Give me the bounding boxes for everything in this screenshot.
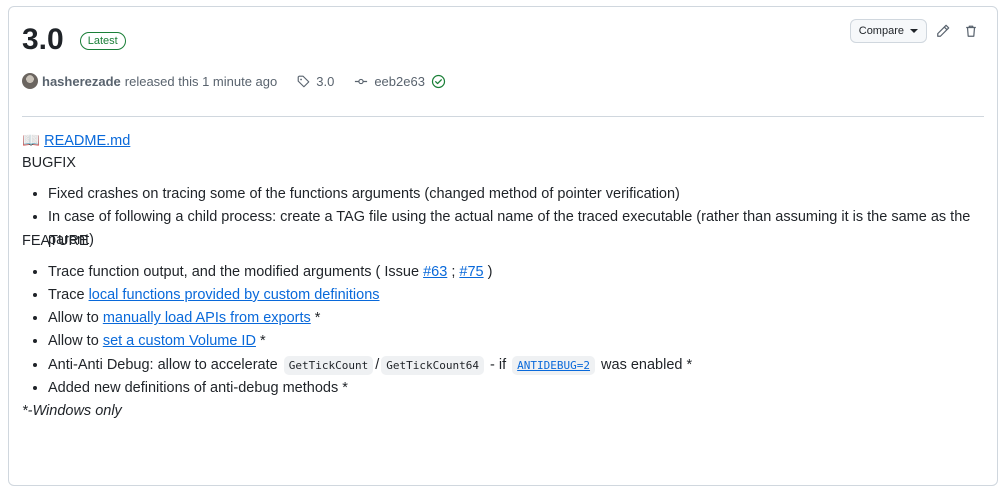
compare-button[interactable]: Compare (849, 19, 927, 43)
code-gettickcount64: GetTickCount64 (381, 355, 484, 375)
list-item: Anti-Anti Debug: allow to accelerate Get… (48, 354, 982, 377)
pencil-icon (937, 24, 950, 37)
latest-badge: Latest (79, 32, 126, 50)
code-antidebug: ANTIDEBUG=2 (512, 355, 596, 375)
edit-button[interactable] (931, 19, 955, 43)
code-gettickcount: GetTickCount (283, 355, 374, 375)
book-icon: 📖 (22, 133, 41, 149)
commit-link[interactable]: eeb2e63 (354, 74, 452, 89)
release-title[interactable]: 3.0 (22, 25, 64, 55)
feature-list: Trace function output, and the modified … (22, 261, 982, 401)
item-text: ) (487, 263, 493, 280)
item-text: - if (490, 356, 507, 373)
release-meta: hasherezade released this 1 minute ago 3… (22, 73, 452, 89)
item-text: ; (451, 263, 456, 280)
readme-line: 📖 README.md (22, 130, 982, 152)
local-functions-link[interactable]: local functions provided by custom defin… (89, 287, 380, 303)
footnote: *-Windows only (22, 403, 122, 420)
release-header: 3.0 Latest (22, 25, 126, 55)
commit-hash: eeb2e63 (374, 73, 425, 89)
bugfix-heading: BUGFIX (22, 155, 76, 171)
item-text: Trace function output, and the modified … (48, 263, 420, 280)
item-text: Anti-Anti Debug: allow to accelerate (48, 356, 278, 373)
list-item: Fixed crashes on tracing some of the fun… (48, 183, 982, 206)
load-apis-link[interactable]: manually load APIs from exports (103, 310, 311, 326)
issue-75-link[interactable]: #75 (459, 264, 483, 280)
author-link[interactable]: hasherezade (42, 74, 121, 89)
item-text: Allow to (48, 310, 99, 327)
list-item: Allow to manually load APIs from exports… (48, 307, 982, 330)
antidebug-link[interactable]: ANTIDEBUG=2 (517, 359, 590, 372)
item-text: / (375, 356, 380, 373)
commit-icon (355, 78, 368, 84)
feature-heading: FEATURE (22, 232, 89, 249)
compare-label: Compare (858, 25, 904, 37)
caret-down-icon (910, 29, 918, 33)
issue-63-link[interactable]: #63 (423, 264, 447, 280)
list-item: Allow to set a custom Volume ID * (48, 330, 982, 353)
item-text: Allow to (48, 333, 99, 350)
release-card: 3.0 Latest Compare hasherezade released … (8, 6, 998, 486)
list-item: In case of following a child process: cr… (48, 206, 982, 248)
trash-icon (966, 25, 976, 37)
list-item: Trace local functions provided by custom… (48, 284, 982, 307)
list-item: Trace function output, and the modified … (48, 261, 982, 284)
tag-label: 3.0 (316, 73, 335, 89)
bugfix-list: Fixed crashes on tracing some of the fun… (22, 183, 982, 248)
avatar[interactable] (22, 73, 38, 89)
volume-id-link[interactable]: set a custom Volume ID (103, 333, 256, 349)
release-notes: 📖 README.md BUGFIX Fixed crashes on trac… (22, 130, 982, 423)
release-actions: Compare (849, 19, 983, 43)
item-text: * (314, 310, 321, 327)
tag-icon (297, 75, 310, 87)
verified-check-icon (431, 74, 446, 88)
item-text: Trace (48, 286, 85, 303)
header-divider (22, 116, 984, 117)
list-item: Added new definitions of anti-debug meth… (48, 377, 982, 400)
delete-button[interactable] (959, 19, 983, 43)
item-text: was enabled * (601, 356, 693, 373)
readme-link[interactable]: README.md (44, 133, 130, 149)
released-text: released this 1 minute ago (124, 73, 278, 89)
item-text: * (259, 333, 266, 350)
tag-link[interactable]: 3.0 (297, 74, 334, 89)
